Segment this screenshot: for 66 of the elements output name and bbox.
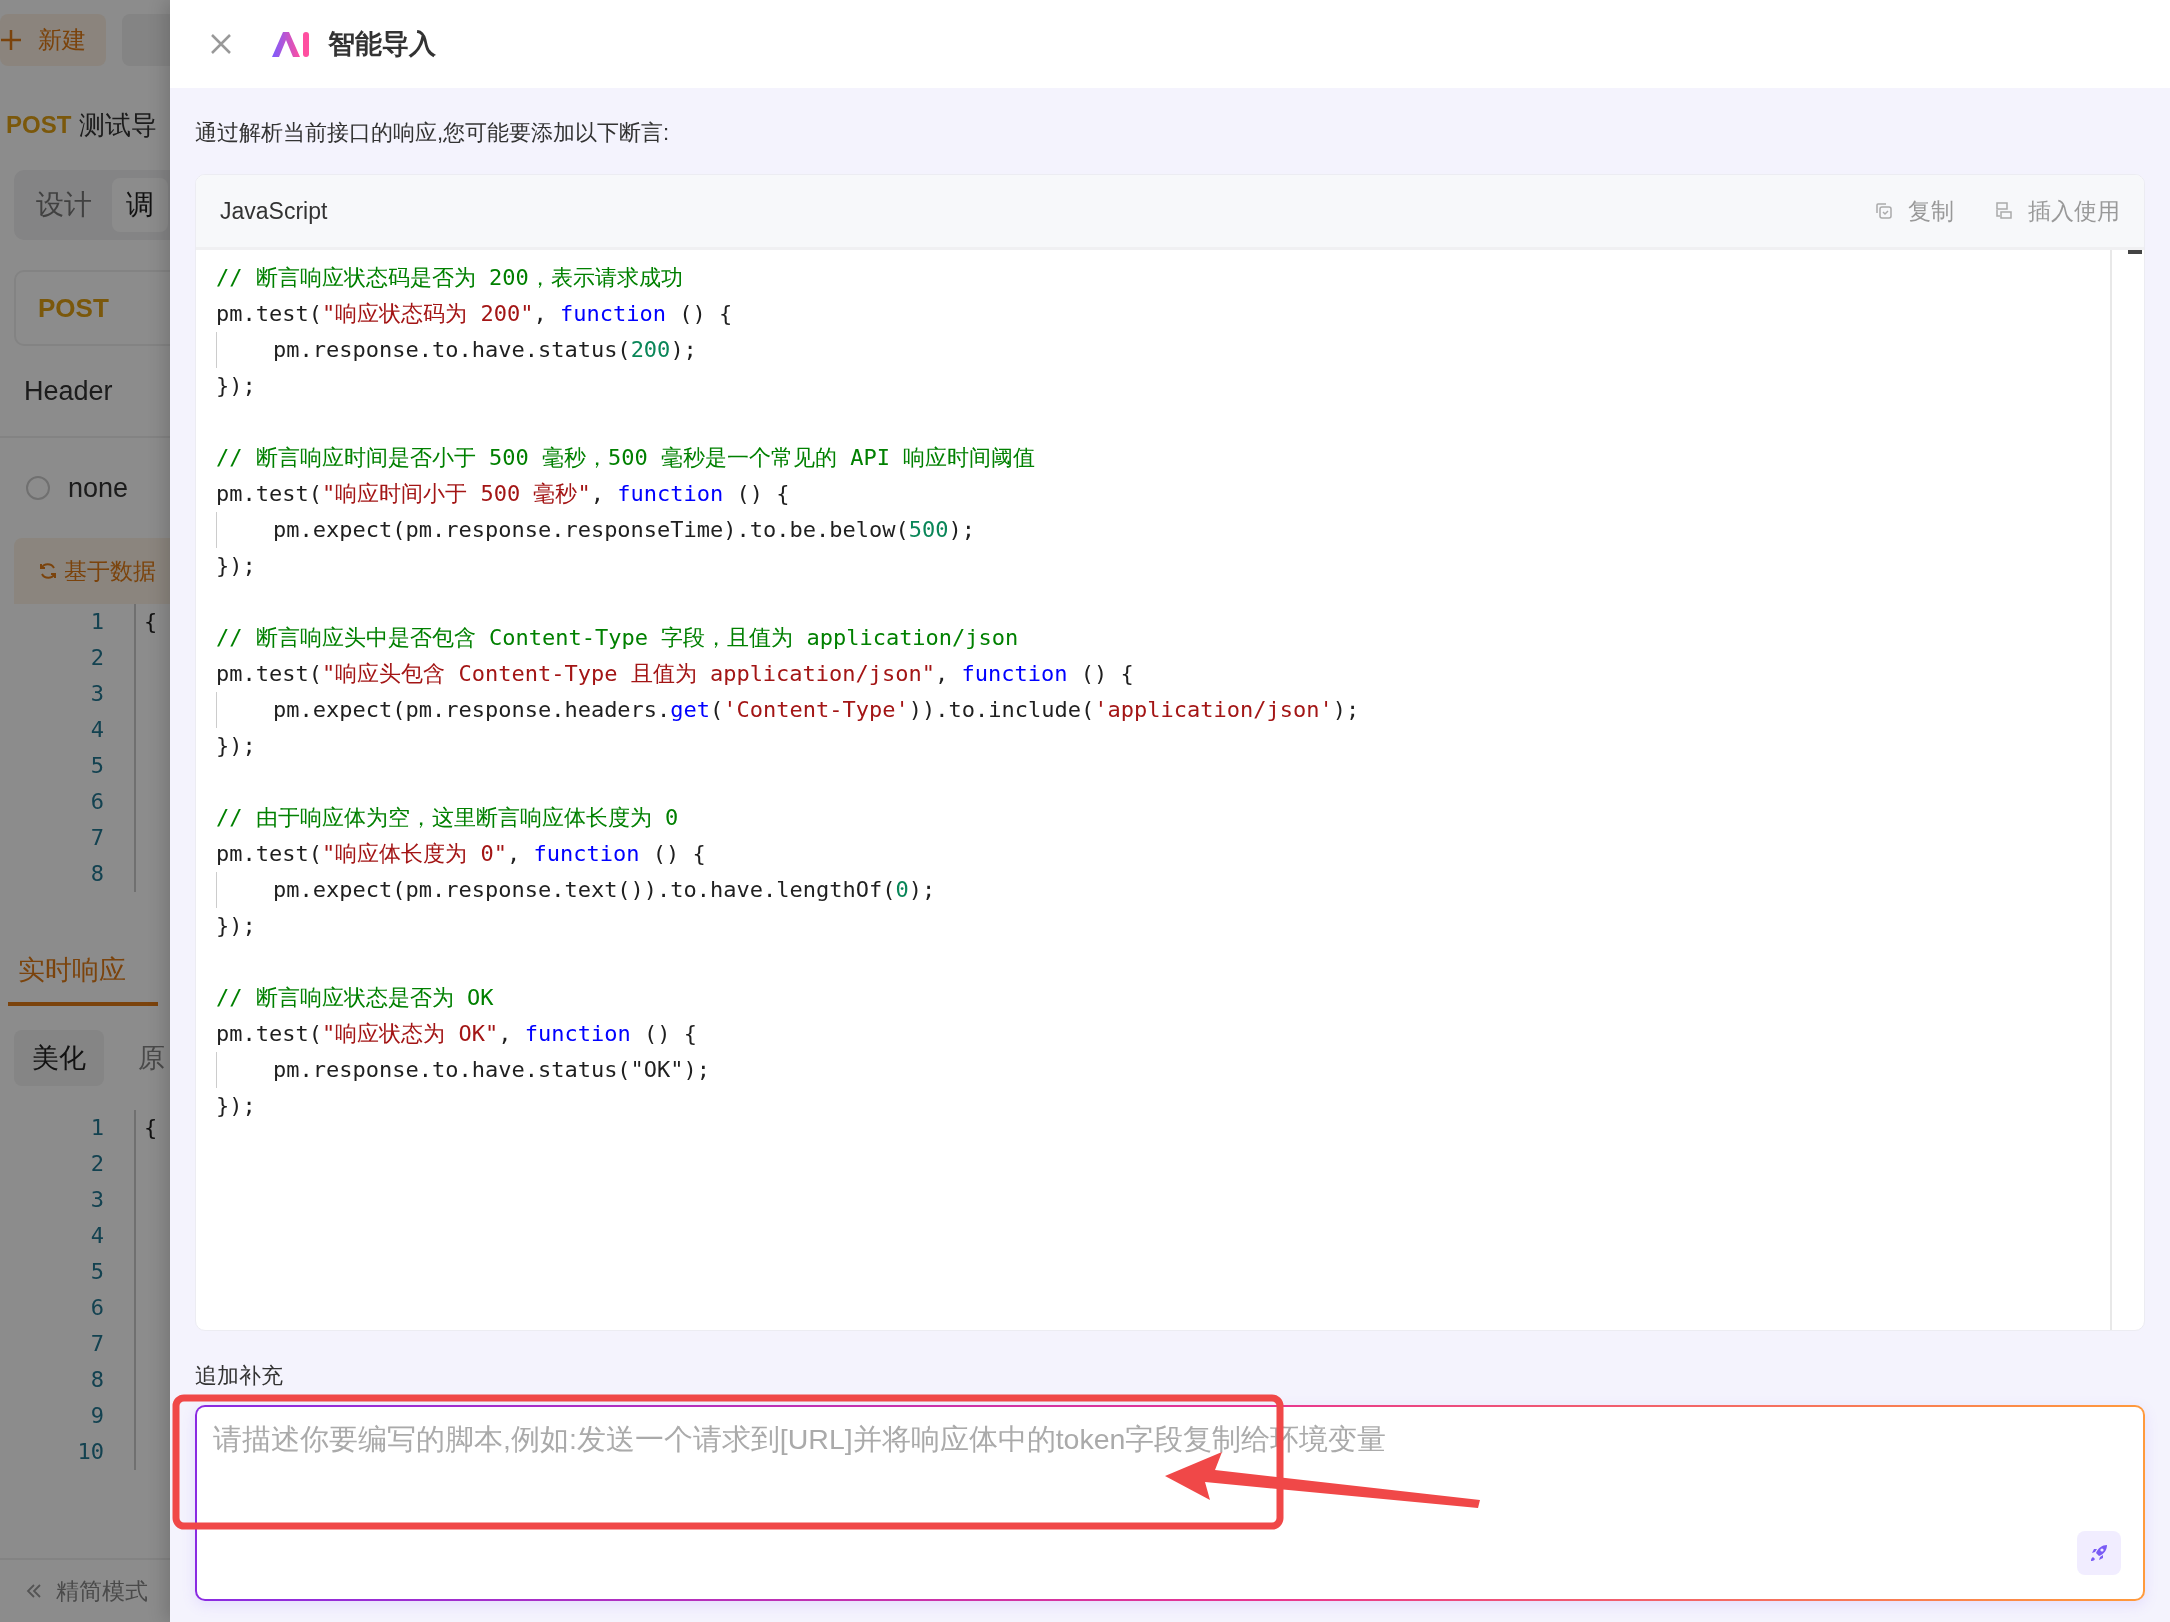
code-comment: // 断言响应状态码是否为 200，表示请求成功 xyxy=(216,264,684,292)
line-number: 3 xyxy=(90,1186,104,1214)
mode-tab[interactable]: 调 xyxy=(112,178,168,232)
new-button[interactable]: 新建 xyxy=(0,14,106,66)
double-chevron-icon xyxy=(26,1583,42,1599)
supplement-label: 追加补充 xyxy=(195,1362,284,1390)
line-number: 8 xyxy=(90,1366,104,1394)
response-tab[interactable]: 实时响应 xyxy=(8,952,158,1006)
code-comment: // 断言响应状态是否为 OK xyxy=(216,984,495,1012)
drawer-title: 智能导入 xyxy=(328,28,436,61)
code-line: }); xyxy=(216,732,257,760)
code-line: pm.test("响应体长度为 0", function () { xyxy=(216,840,707,868)
line-number: 10 xyxy=(77,1438,104,1466)
copy-button[interactable]: 复制 xyxy=(1874,195,1954,227)
code-line: pm.expect(pm.response.text()).to.have.lengthOf(0); xyxy=(216,872,2110,908)
code-comment: // 由于响应体为空，这里断言响应体长度为 0 xyxy=(216,804,680,832)
code-line: pm.response.to.have.status(200); xyxy=(216,332,2110,368)
line-number: 6 xyxy=(90,788,104,816)
line-number: 6 xyxy=(90,1294,104,1322)
radio-button[interactable] xyxy=(26,476,50,500)
code-line: }); xyxy=(216,552,257,580)
line-number: 7 xyxy=(90,1330,104,1358)
copy-icon xyxy=(1874,201,1894,221)
line-number: 4 xyxy=(90,1222,104,1250)
code-line: }); xyxy=(216,1092,257,1120)
code-line: }); xyxy=(216,372,257,400)
code-text: { xyxy=(144,609,158,634)
logo-icon xyxy=(270,29,312,59)
line-number: 1 xyxy=(90,1114,104,1142)
line-number: 8 xyxy=(90,860,104,888)
line-number: 2 xyxy=(90,1150,104,1178)
code-comment: // 断言响应时间是否小于 500 毫秒，500 毫秒是一个常见的 API 响应时间阈值 xyxy=(216,444,1037,472)
code-comment: // 断言响应头中是否包含 Content-Type 字段，且值为 application/json xyxy=(216,624,1020,652)
code-line: pm.test("响应时间小于 500 毫秒", function () { xyxy=(216,480,791,508)
language-label: JavaScript xyxy=(220,197,329,225)
code-line: pm.test("响应头包含 Content-Type 且值为 application/json", function () { xyxy=(216,660,1135,688)
request-name: 测试导 xyxy=(79,108,158,142)
code-line: pm.test("响应状态码为 200", function () { xyxy=(216,300,734,328)
code-line: pm.response.to.have.status("OK"); xyxy=(216,1052,2110,1088)
refresh-icon xyxy=(38,561,58,581)
code-line: }); xyxy=(216,912,257,940)
line-number: 4 xyxy=(90,716,104,744)
line-number: 7 xyxy=(90,824,104,852)
mode-tab[interactable]: 设计 xyxy=(22,178,106,232)
line-number: 1 xyxy=(90,608,104,636)
code-text: { xyxy=(144,1115,158,1140)
insert-icon xyxy=(1994,201,2014,221)
insert-button[interactable]: 插入使用 xyxy=(1994,195,2120,227)
param-tab[interactable]: Header xyxy=(24,375,113,407)
code-line: pm.expect(pm.response.responseTime).to.be.below(500); xyxy=(216,512,2110,548)
send-button[interactable] xyxy=(2077,1531,2121,1575)
hint-text: 通过解析当前接口的响应,您可能要添加以下断言: xyxy=(195,119,671,147)
line-number: 3 xyxy=(90,680,104,708)
line-number: 5 xyxy=(90,752,104,780)
close-icon[interactable] xyxy=(210,33,232,55)
view-tab[interactable]: 美化 xyxy=(14,1030,104,1086)
line-number: 9 xyxy=(90,1402,104,1430)
radio-label: none xyxy=(68,472,129,504)
generate-button[interactable]: 基于数据 xyxy=(14,538,170,604)
view-tab[interactable]: 原 xyxy=(120,1030,170,1086)
line-number: 5 xyxy=(90,1258,104,1286)
code-line: pm.test("响应状态为 OK", function () { xyxy=(216,1020,698,1048)
plus-icon xyxy=(0,29,22,51)
code-line: pm.expect(pm.response.headers.get('Content-Type')).to.include('application/json'); xyxy=(216,692,2110,728)
line-number: 2 xyxy=(90,644,104,672)
method-label: POST xyxy=(6,111,72,139)
